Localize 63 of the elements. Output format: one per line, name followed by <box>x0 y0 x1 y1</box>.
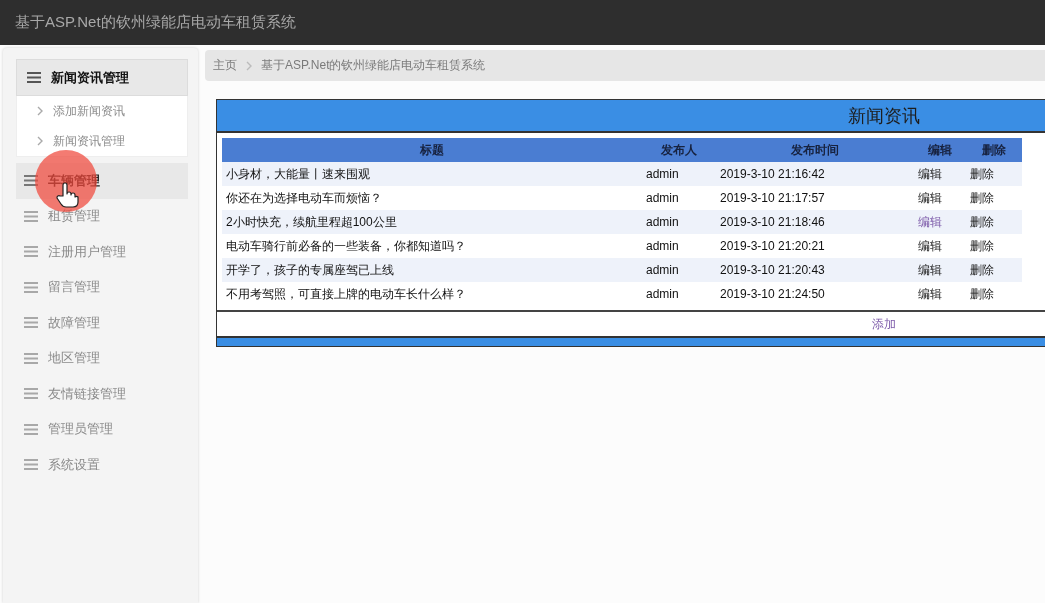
column-header: 标题 <box>419 141 445 159</box>
chevron-icon <box>37 136 43 146</box>
column-header: 编辑 <box>927 141 953 159</box>
submenu-item[interactable]: 新闻资讯管理 <box>17 126 187 156</box>
time-cell-text: 2019-3-10 21:17:57 <box>719 191 826 205</box>
publisher-cell-text: admin <box>645 167 680 181</box>
column-header: 发布人 <box>660 141 698 159</box>
publisher-cell-text: admin <box>645 239 680 253</box>
column-header: 删除 <box>981 141 1007 159</box>
menu-icon <box>24 246 38 258</box>
delete-link[interactable]: 删除 <box>970 214 994 229</box>
menu-icon <box>24 352 38 364</box>
breadcrumb-link[interactable]: 基于ASP.Net的钦州绿能店电动车租赁系统 <box>261 57 486 74</box>
sidebar-item[interactable]: 地区管理 <box>16 340 188 376</box>
column-header: 发布时间 <box>790 141 840 159</box>
sidebar-item[interactable]: 注册用户管理 <box>16 234 188 270</box>
edit-link[interactable]: 编辑 <box>918 166 942 181</box>
time-cell-text: 2019-3-10 21:20:43 <box>719 263 826 277</box>
menu-icon <box>24 423 38 435</box>
sidebar-item[interactable]: 故障管理 <box>16 305 188 341</box>
add-link[interactable]: 添加 <box>872 315 896 333</box>
edit-link[interactable]: 编辑 <box>918 238 942 253</box>
publisher-cell-text: admin <box>645 215 680 229</box>
sidebar-item[interactable]: 管理员管理 <box>16 411 188 447</box>
title-cell-text: 开学了，孩子的专属座驾已上线 <box>225 261 395 279</box>
delete-link[interactable]: 删除 <box>970 286 994 301</box>
title-cell-text: 小身材，大能量丨速来围观 <box>225 165 371 183</box>
menu-icon <box>24 317 38 329</box>
edit-link[interactable]: 编辑 <box>918 286 942 301</box>
title-cell-text: 不用考驾照，可直接上牌的电动车长什么样？ <box>225 285 467 303</box>
edit-link[interactable]: 编辑 <box>918 262 942 277</box>
menu-icon <box>24 281 38 293</box>
delete-link[interactable]: 删除 <box>970 238 994 253</box>
menu-icon <box>27 72 41 83</box>
publisher-cell-text: admin <box>645 191 680 205</box>
panel-title: 新闻资讯 <box>848 104 920 128</box>
sidebar-item[interactable]: 友情链接管理 <box>16 376 188 412</box>
chevron-icon <box>37 106 43 116</box>
publisher-cell-text: admin <box>645 263 680 277</box>
title-cell-text: 你还在为选择电动车而烦恼？ <box>225 189 383 207</box>
time-cell-text: 2019-3-10 21:16:42 <box>719 167 826 181</box>
title-cell-text: 2小时快充，续航里程超100公里 <box>225 213 398 231</box>
edit-link[interactable]: 编辑 <box>918 214 942 229</box>
sidebar-item[interactable]: 系统设置 <box>16 447 188 483</box>
chevron-icon <box>246 60 252 71</box>
time-cell-text: 2019-3-10 21:18:46 <box>719 215 826 229</box>
sidebar-item[interactable]: 新闻资讯管理 <box>16 59 188 96</box>
time-cell-text: 2019-3-10 21:20:21 <box>719 239 826 253</box>
sidebar-item[interactable]: 留言管理 <box>16 269 188 305</box>
publisher-cell-text: admin <box>645 287 680 301</box>
breadcrumb-link[interactable]: 主页 <box>213 57 237 74</box>
menu-icon <box>24 210 38 222</box>
sidebar-item[interactable]: 租赁管理 <box>16 198 188 234</box>
delete-link[interactable]: 删除 <box>970 190 994 205</box>
title-cell-text: 电动车骑行前必备的一些装备，你都知道吗？ <box>225 237 467 255</box>
app-title: 基于ASP.Net的钦州绿能店电动车租赁系统 <box>15 13 296 32</box>
delete-link[interactable]: 删除 <box>970 262 994 277</box>
submenu-item[interactable]: 添加新闻资讯 <box>17 96 187 126</box>
edit-link[interactable]: 编辑 <box>918 190 942 205</box>
menu-icon <box>24 459 38 471</box>
time-cell-text: 2019-3-10 21:24:50 <box>719 287 826 301</box>
menu-icon <box>24 388 38 400</box>
delete-link[interactable]: 删除 <box>970 166 994 181</box>
